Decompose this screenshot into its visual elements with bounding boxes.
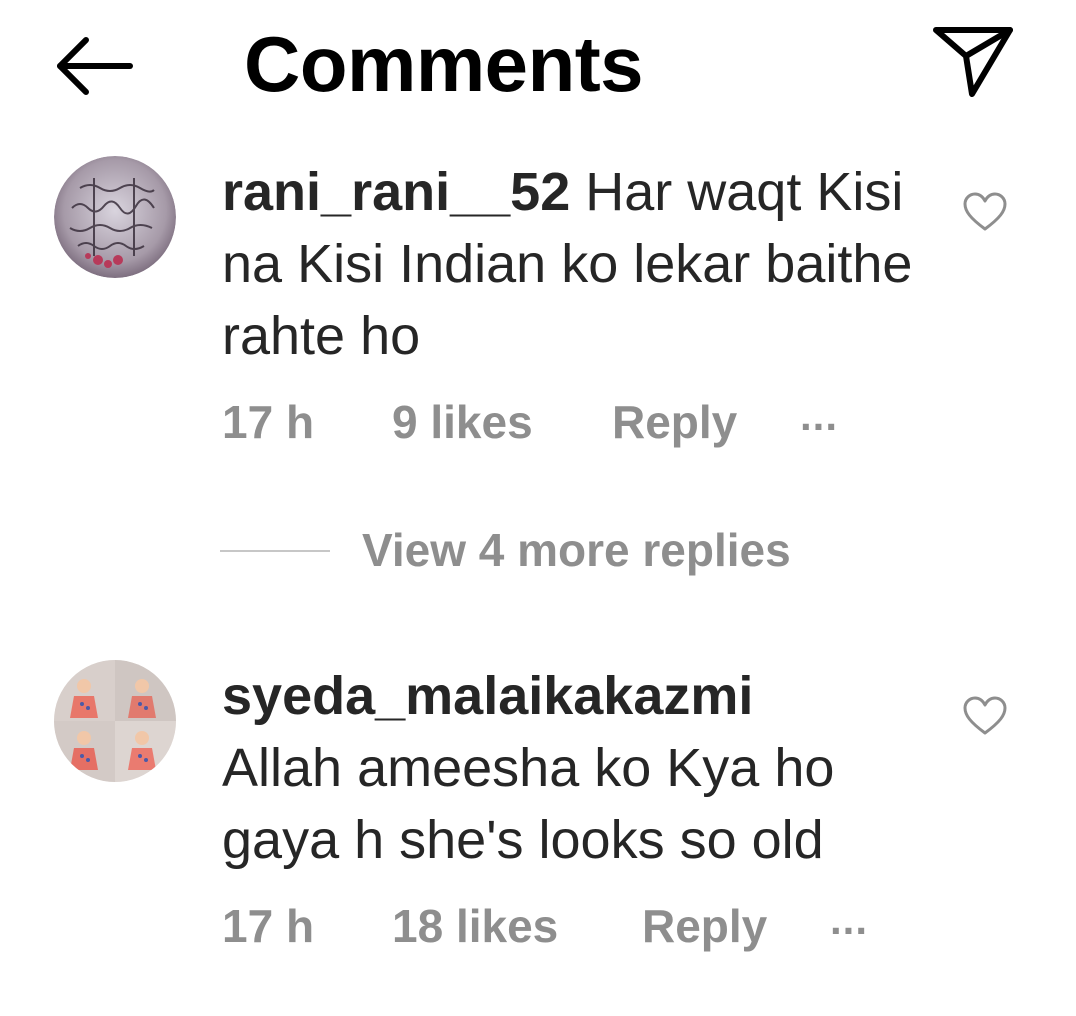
heart-outline-icon xyxy=(963,192,1007,231)
send-icon xyxy=(933,27,1013,97)
like-count[interactable]: 18 likes xyxy=(392,896,558,956)
view-replies[interactable]: View 4 more replies xyxy=(220,520,920,580)
back-button[interactable] xyxy=(52,34,136,98)
replies-divider xyxy=(220,550,330,552)
more-options-button[interactable]: ... xyxy=(800,386,838,446)
like-count[interactable]: 9 likes xyxy=(392,392,533,452)
comment-username[interactable]: syeda_malaikakazmi xyxy=(222,660,942,732)
comment-body: rani_rani__52 Har waqt Kisi na Kisi Indi… xyxy=(222,156,922,372)
heart-outline-icon xyxy=(963,696,1007,735)
baby-photo-avatar xyxy=(54,660,176,782)
like-button[interactable] xyxy=(962,192,1008,232)
comment-username[interactable]: rani_rani__52 xyxy=(222,162,570,222)
reply-button[interactable]: Reply xyxy=(612,392,737,452)
page-title: Comments xyxy=(244,20,644,108)
comment-timestamp: 17 h xyxy=(222,900,315,952)
arrow-left-icon xyxy=(57,37,133,95)
share-button[interactable] xyxy=(930,24,1016,100)
view-replies-button[interactable]: View 4 more replies xyxy=(362,520,791,580)
comment-timestamp: 17 h xyxy=(222,396,315,448)
calligraphy-avatar xyxy=(54,156,176,278)
header-bar: Comments xyxy=(0,0,1076,130)
comment-text: Allah ameesha ko Kya ho gaya h she's loo… xyxy=(222,738,835,870)
like-button[interactable] xyxy=(962,696,1008,736)
comment-body: syeda_malaikakazmi Allah ameesha ko Kya … xyxy=(222,660,942,876)
reply-button[interactable]: Reply xyxy=(642,896,767,956)
avatar[interactable] xyxy=(54,156,176,278)
avatar[interactable] xyxy=(54,660,176,782)
more-options-button[interactable]: ... xyxy=(830,890,868,950)
